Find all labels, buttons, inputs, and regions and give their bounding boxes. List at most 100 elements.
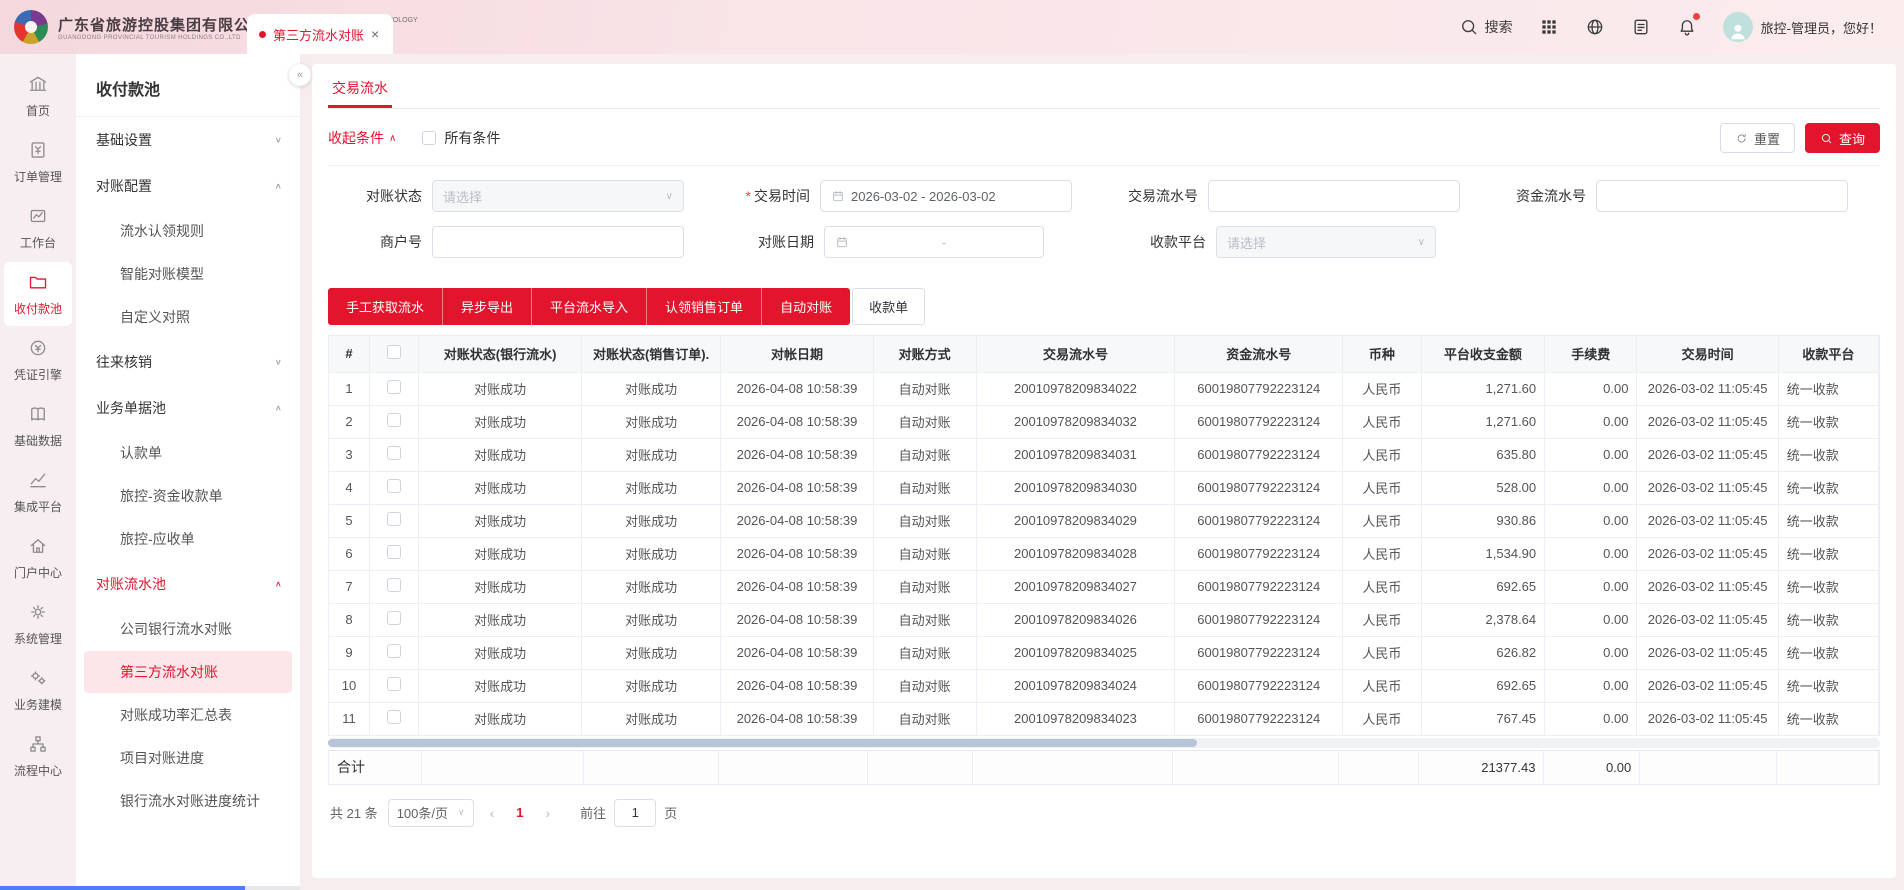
cell-currency: 人民币 xyxy=(1343,570,1422,603)
toolbar-button-异步导出[interactable]: 异步导出 xyxy=(443,288,532,325)
cell-bank-status: 对账成功 xyxy=(419,438,582,471)
document-icon[interactable] xyxy=(1631,17,1651,37)
receive-platform-select[interactable]: 请选择 ∨ xyxy=(1216,226,1436,258)
sidebar-collapse-button[interactable]: « xyxy=(289,64,311,86)
cell-platform: 统一收款 xyxy=(1778,537,1878,570)
cell-trans-time: 2026-03-02 11:05:45 xyxy=(1637,372,1778,405)
fund-no-input[interactable] xyxy=(1607,189,1837,204)
menu-group-基础设置[interactable]: 基础设置∨ xyxy=(76,117,300,163)
cell-currency: 人民币 xyxy=(1343,438,1422,471)
goto-page-input[interactable] xyxy=(614,799,656,827)
cell-recon-date: 2026-04-08 10:58:39 xyxy=(721,702,874,735)
menu-item-第三方流水对账[interactable]: 第三方流水对账 xyxy=(84,651,292,693)
cell-amount: 1,271.60 xyxy=(1421,372,1545,405)
filter-recon-date: 对账日期 - xyxy=(720,226,1112,258)
page-size-select[interactable]: 100条/页 ∨ xyxy=(388,799,474,827)
merchant-no-input[interactable] xyxy=(443,235,673,250)
cell-index: 11 xyxy=(329,702,370,735)
table-horizontal-scrollbar[interactable] xyxy=(328,738,1880,748)
toolbar-button-手工获取流水[interactable]: 手工获取流水 xyxy=(328,288,443,325)
menu-item-公司银行流水对账[interactable]: 公司银行流水对账 xyxy=(84,608,292,650)
rail-item-收付款池[interactable]: 收付款池 xyxy=(4,262,72,326)
cell-fund-no: 60019807792223124 xyxy=(1175,636,1343,669)
query-button[interactable]: 查询 xyxy=(1805,123,1880,153)
cell-platform: 统一收款 xyxy=(1778,570,1878,603)
menu-item-认款单[interactable]: 认款单 xyxy=(84,432,292,474)
row-checkbox[interactable] xyxy=(387,446,401,460)
cell-method: 自动对账 xyxy=(873,636,976,669)
collapse-conditions-link[interactable]: 收起条件 ∧ xyxy=(328,128,396,148)
rail-item-系统管理[interactable]: 系统管理 xyxy=(4,592,72,656)
cell-currency: 人民币 xyxy=(1343,603,1422,636)
row-checkbox[interactable] xyxy=(387,710,401,724)
trade-time-range-picker[interactable]: 2026-03-02 - 2026-03-02 xyxy=(820,180,1072,212)
summary-amount: 21377.43 xyxy=(1418,751,1544,784)
menu-group-往来核销[interactable]: 往来核销∨ xyxy=(76,339,300,385)
rail-item-门户中心[interactable]: 门户中心 xyxy=(4,526,72,590)
trade-no-input[interactable] xyxy=(1219,189,1449,204)
user-menu[interactable]: 旅控-管理员，您好！ xyxy=(1723,12,1882,42)
apps-grid-icon[interactable] xyxy=(1539,17,1559,37)
global-search[interactable]: 搜索 xyxy=(1459,17,1513,37)
scrollbar-thumb[interactable] xyxy=(0,886,245,890)
cell-fee: 0.00 xyxy=(1545,438,1637,471)
next-page-button[interactable]: › xyxy=(540,805,557,821)
row-checkbox[interactable] xyxy=(387,611,401,625)
rail-item-工作台[interactable]: 工作台 xyxy=(4,196,72,260)
toolbar-button-自动对账[interactable]: 自动对账 xyxy=(762,288,850,325)
menu-item-智能对账模型[interactable]: 智能对账模型 xyxy=(84,253,292,295)
recon-date-range-picker[interactable]: - xyxy=(824,226,1044,258)
menu-group-对账流水池[interactable]: 对账流水池∧ xyxy=(76,561,300,607)
org-logo-icon xyxy=(14,10,48,44)
rail-item-label: 工作台 xyxy=(20,234,56,251)
all-conditions-checkbox[interactable] xyxy=(422,131,436,145)
row-checkbox[interactable] xyxy=(387,677,401,691)
menu-group-对账配置[interactable]: 对账配置∧ xyxy=(76,163,300,209)
cell-method: 自动对账 xyxy=(873,603,976,636)
toolbar-button-平台流水导入[interactable]: 平台流水导入 xyxy=(532,288,647,325)
recon-status-select[interactable]: 请选择 ∨ xyxy=(432,180,684,212)
rail-item-流程中心[interactable]: 流程中心 xyxy=(4,724,72,788)
current-page[interactable]: 1 xyxy=(510,805,529,820)
cell-method: 自动对账 xyxy=(873,372,976,405)
notification-bell-icon[interactable] xyxy=(1677,17,1697,37)
menu-item-流水认领规则[interactable]: 流水认领规则 xyxy=(84,210,292,252)
cell-currency: 人民币 xyxy=(1343,669,1422,702)
row-checkbox[interactable] xyxy=(387,512,401,526)
menu-item-对账成功率汇总表[interactable]: 对账成功率汇总表 xyxy=(84,694,292,736)
rail-item-订单管理[interactable]: 订单管理 xyxy=(4,130,72,194)
tab-close-icon[interactable]: × xyxy=(371,26,379,42)
row-checkbox[interactable] xyxy=(387,644,401,658)
chevron-up-icon: ∧ xyxy=(275,580,282,589)
rail-item-基础数据[interactable]: 基础数据 xyxy=(4,394,72,458)
row-checkbox[interactable] xyxy=(387,380,401,394)
menu-group-业务单据池[interactable]: 业务单据池∧ xyxy=(76,385,300,431)
receipt-slip-button[interactable]: 收款单 xyxy=(852,288,925,325)
menu-item-旅控-资金收款单[interactable]: 旅控-资金收款单 xyxy=(84,475,292,517)
rail-item-集成平台[interactable]: 集成平台 xyxy=(4,460,72,524)
select-all-checkbox[interactable] xyxy=(387,345,401,359)
globe-icon[interactable] xyxy=(1585,17,1605,37)
page-horizontal-scrollbar[interactable] xyxy=(0,886,300,890)
rail-item-首页[interactable]: 首页 xyxy=(4,64,72,128)
row-checkbox[interactable] xyxy=(387,413,401,427)
reset-button[interactable]: 重置 xyxy=(1720,123,1795,153)
menu-item-银行流水对账进度统计[interactable]: 银行流水对账进度统计 xyxy=(84,780,292,822)
window-tab[interactable]: 第三方流水对账 × xyxy=(247,14,393,54)
toolbar-button-认领销售订单[interactable]: 认领销售订单 xyxy=(647,288,762,325)
menu-item-自定义对照[interactable]: 自定义对照 xyxy=(84,296,292,338)
cell-trans-time: 2026-03-02 11:05:45 xyxy=(1637,570,1778,603)
row-checkbox[interactable] xyxy=(387,545,401,559)
prev-page-button[interactable]: ‹ xyxy=(484,805,501,821)
tab-transaction-flow[interactable]: 交易流水 xyxy=(328,64,392,108)
chevron-down-icon: ∨ xyxy=(458,807,465,818)
cell-platform: 统一收款 xyxy=(1778,372,1878,405)
menu-item-旅控-应收单[interactable]: 旅控-应收单 xyxy=(84,518,292,560)
rail-item-业务建模[interactable]: 业务建模 xyxy=(4,658,72,722)
row-checkbox[interactable] xyxy=(387,578,401,592)
cell-bank-status: 对账成功 xyxy=(419,636,582,669)
rail-item-凭证引擎[interactable]: 凭证引擎 xyxy=(4,328,72,392)
row-checkbox[interactable] xyxy=(387,479,401,493)
menu-item-项目对账进度[interactable]: 项目对账进度 xyxy=(84,737,292,779)
scrollbar-thumb[interactable] xyxy=(328,739,1197,747)
